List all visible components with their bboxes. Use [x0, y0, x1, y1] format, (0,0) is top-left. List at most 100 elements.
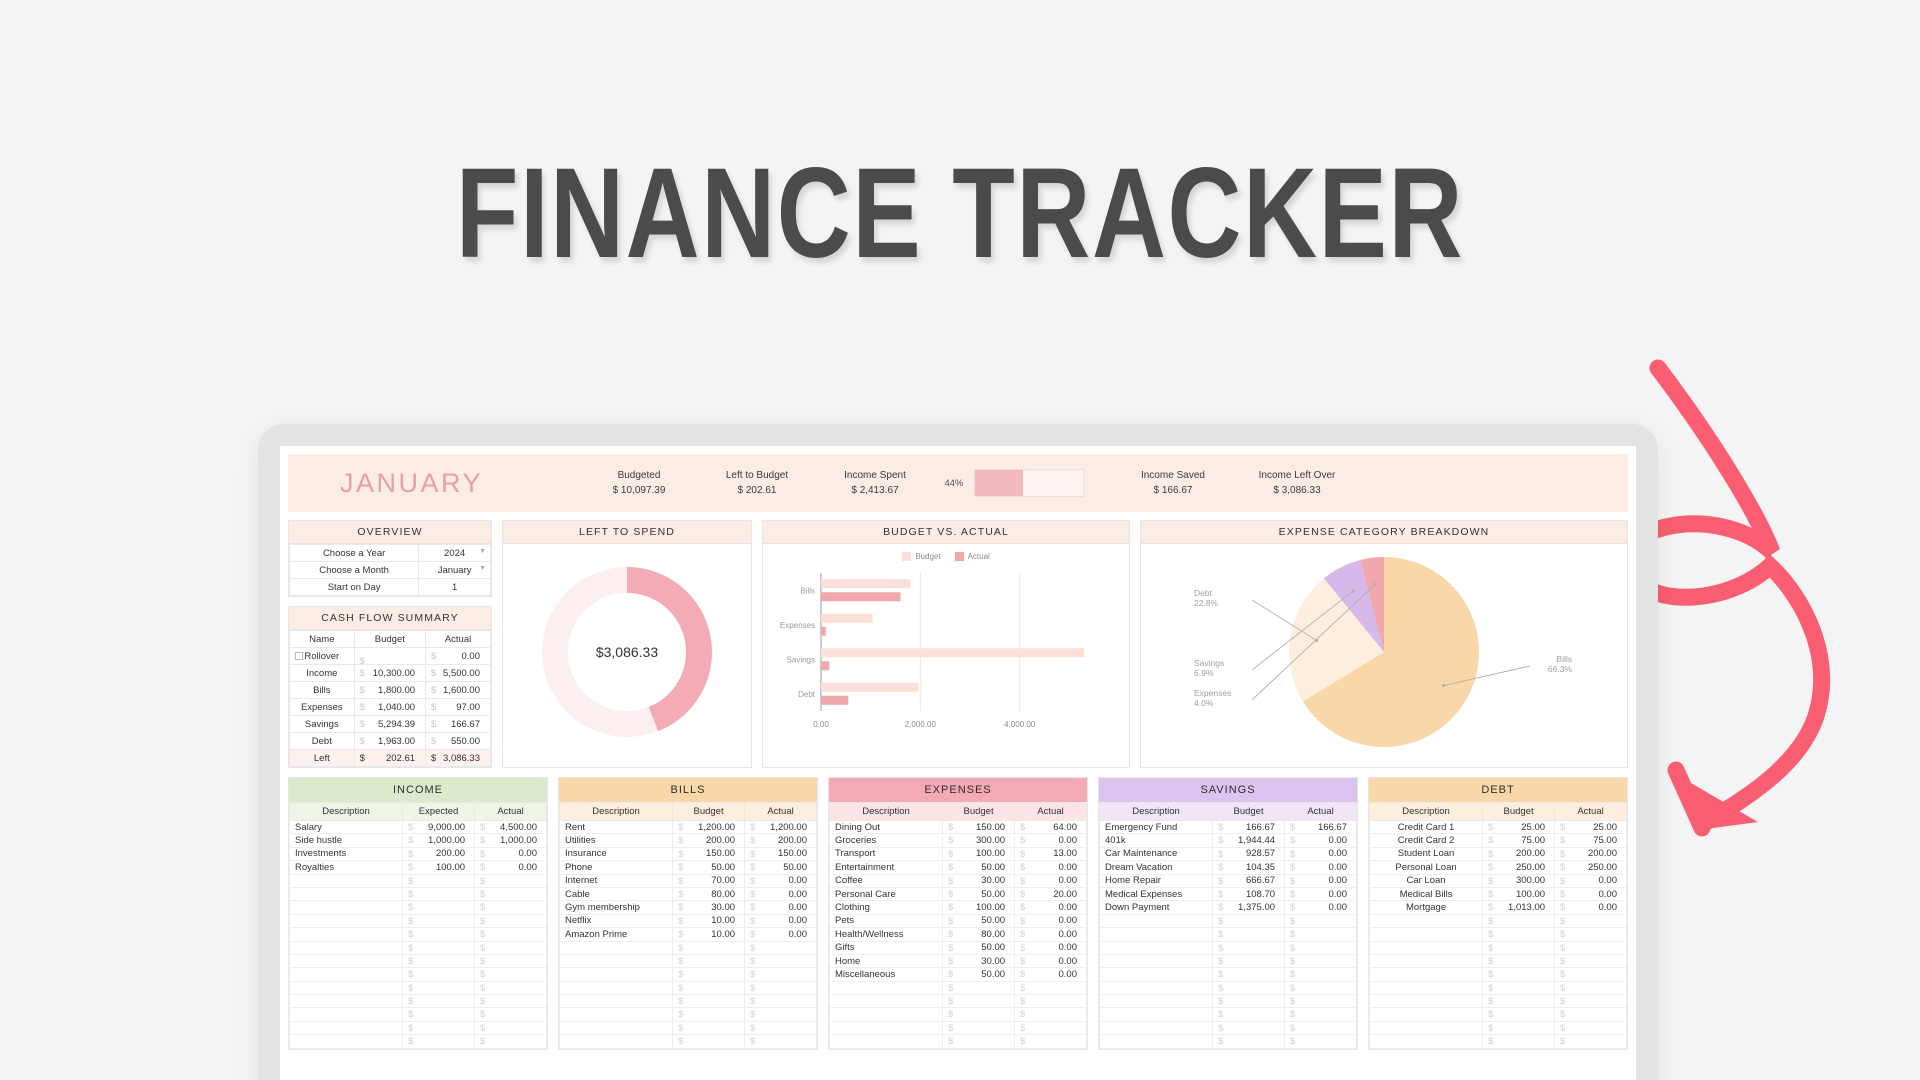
row-actual[interactable]: $: [1554, 994, 1627, 1009]
row-description[interactable]: Netflix: [558, 913, 674, 929]
table-row[interactable]: $ $: [828, 980, 1087, 996]
row-budget[interactable]: $: [1482, 967, 1556, 982]
row-budget[interactable]: $30.00: [942, 873, 1016, 888]
table-row[interactable]: Pets $50.00 $0.00: [828, 913, 1087, 929]
table-row[interactable]: $ $: [1368, 967, 1627, 982]
row-actual[interactable]: $: [1284, 980, 1357, 996]
row-actual[interactable]: $: [1284, 967, 1357, 982]
row-description[interactable]: Utilities: [558, 833, 674, 848]
row-actual[interactable]: $64.00: [1014, 819, 1087, 835]
row-description[interactable]: Home: [828, 953, 944, 969]
row-actual[interactable]: $: [1284, 1007, 1357, 1022]
row-description[interactable]: [558, 994, 674, 1009]
row-description[interactable]: [288, 980, 404, 996]
row-budget[interactable]: $80.00: [942, 927, 1016, 942]
row-description[interactable]: [1368, 1034, 1484, 1049]
row-actual[interactable]: $: [474, 953, 547, 969]
table-row[interactable]: 401k $1,944.44 $0.00: [1098, 833, 1357, 848]
row-actual[interactable]: $: [474, 1034, 547, 1049]
row-actual[interactable]: $0.00: [744, 900, 817, 915]
row-description[interactable]: [1098, 1034, 1214, 1049]
row-actual[interactable]: $: [1014, 1007, 1087, 1022]
rollover-checkbox[interactable]: [295, 652, 303, 660]
table-row[interactable]: $ $: [288, 873, 547, 888]
row-actual[interactable]: $0.00: [1284, 860, 1357, 875]
row-actual[interactable]: $0.00: [1014, 927, 1087, 942]
table-row[interactable]: $ $: [1098, 940, 1357, 955]
row-actual[interactable]: $0.00: [1554, 900, 1627, 915]
table-row[interactable]: $ $: [1368, 953, 1627, 969]
row-budget[interactable]: $: [1212, 913, 1286, 929]
row-description[interactable]: [558, 940, 674, 955]
row-budget[interactable]: $666.67: [1212, 873, 1286, 888]
row-budget[interactable]: $: [1212, 967, 1286, 982]
row-budget[interactable]: $100.00: [942, 900, 1016, 915]
row-budget[interactable]: $1,375.00: [1212, 900, 1286, 915]
row-description[interactable]: [1098, 953, 1214, 969]
row-actual[interactable]: $: [1554, 1007, 1627, 1022]
row-description[interactable]: [288, 1007, 404, 1022]
row-budget[interactable]: $70.00: [672, 873, 746, 888]
table-row[interactable]: Salary $9,000.00 $4,500.00: [288, 819, 547, 835]
table-row[interactable]: Emergency Fund $166.67 $166.67: [1098, 819, 1357, 835]
row-budget[interactable]: $: [942, 1007, 1016, 1022]
row-budget[interactable]: $80.00: [672, 886, 746, 902]
row-budget[interactable]: $1,944.44: [1212, 833, 1286, 848]
row-actual[interactable]: $200.00: [1554, 846, 1627, 862]
row-budget[interactable]: $: [402, 873, 476, 888]
row-actual[interactable]: $: [744, 980, 817, 996]
row-description[interactable]: Down Payment: [1098, 900, 1214, 915]
row-description[interactable]: [558, 953, 674, 969]
row-actual[interactable]: $: [1014, 980, 1087, 996]
row-budget[interactable]: $25.00: [1482, 819, 1556, 835]
row-budget[interactable]: $: [402, 940, 476, 955]
row-actual[interactable]: $: [474, 1007, 547, 1022]
table-row[interactable]: $ $: [288, 953, 547, 969]
table-row[interactable]: $ $: [288, 967, 547, 982]
table-row[interactable]: Side hustle $1,000.00 $1,000.00: [288, 833, 547, 848]
row-description[interactable]: [558, 1020, 674, 1036]
row-description[interactable]: [1368, 940, 1484, 955]
row-budget[interactable]: $: [672, 967, 746, 982]
chevron-down-icon[interactable]: ▼: [479, 565, 486, 572]
row-budget[interactable]: $10.00: [672, 927, 746, 942]
table-row[interactable]: Health/Wellness $80.00 $0.00: [828, 927, 1087, 942]
row-budget[interactable]: $: [1212, 1020, 1286, 1036]
row-description[interactable]: [828, 1034, 944, 1049]
table-row[interactable]: Personal Loan $250.00 $250.00: [1368, 860, 1627, 875]
row-budget[interactable]: $100.00: [402, 860, 476, 875]
table-row[interactable]: $ $: [288, 927, 547, 942]
row-description[interactable]: Rent: [558, 819, 674, 835]
row-budget[interactable]: $: [1212, 927, 1286, 942]
row-description[interactable]: Credit Card 2: [1368, 833, 1484, 848]
table-row[interactable]: $ $: [288, 913, 547, 929]
row-actual[interactable]: $: [1554, 953, 1627, 969]
table-row[interactable]: $ $: [288, 1020, 547, 1036]
row-actual[interactable]: $25.00: [1554, 819, 1627, 835]
row-description[interactable]: Salary: [288, 819, 404, 835]
row-description[interactable]: [288, 886, 404, 902]
row-description[interactable]: [1368, 1007, 1484, 1022]
row-actual[interactable]: $0.00: [744, 927, 817, 942]
row-actual[interactable]: $0.00: [1014, 940, 1087, 955]
row-budget[interactable]: $50.00: [672, 860, 746, 875]
row-description[interactable]: Medical Bills: [1368, 886, 1484, 902]
row-actual[interactable]: $0.00: [1284, 886, 1357, 902]
row-description[interactable]: Emergency Fund: [1098, 819, 1214, 835]
row-description[interactable]: [1098, 1020, 1214, 1036]
row-description[interactable]: [1368, 994, 1484, 1009]
row-budget[interactable]: $: [1212, 980, 1286, 996]
table-row[interactable]: $ $: [1368, 1020, 1627, 1036]
row-budget[interactable]: $100.00: [1482, 886, 1556, 902]
row-budget[interactable]: $: [402, 1007, 476, 1022]
table-row[interactable]: $ $: [558, 967, 817, 982]
row-actual[interactable]: $4,500.00: [474, 819, 547, 835]
row-budget[interactable]: $: [672, 1034, 746, 1049]
row-budget[interactable]: $: [1212, 994, 1286, 1009]
row-budget[interactable]: $: [402, 1034, 476, 1049]
table-row[interactable]: $ $: [288, 900, 547, 915]
row-actual[interactable]: $: [1284, 1020, 1357, 1036]
table-row[interactable]: $ $: [828, 1034, 1087, 1049]
row-budget[interactable]: $: [402, 886, 476, 902]
row-actual[interactable]: $0.00: [1014, 860, 1087, 875]
